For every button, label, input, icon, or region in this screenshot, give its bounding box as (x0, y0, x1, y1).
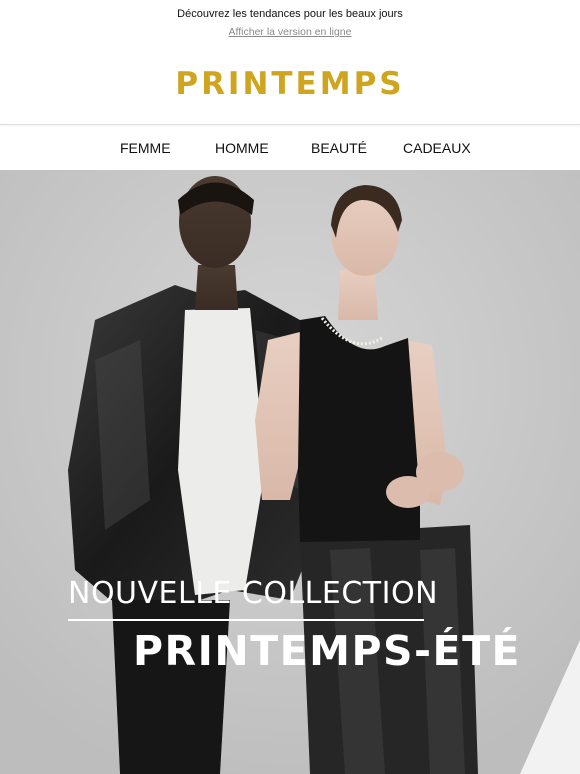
preheader: Découvrez les tendances pour les beaux j… (0, 0, 580, 44)
hero-divider-rule (68, 619, 424, 621)
hero-photo (0, 170, 580, 774)
hero-headline: NOUVELLE COLLECTION (68, 576, 439, 611)
hero-subheadline: PRINTEMPS-ÉTÉ (133, 627, 522, 675)
printemps-logo[interactable]: PRINTEMPS (0, 66, 580, 102)
main-nav: FEMME HOMME BEAUTÉ CADEAUX (0, 125, 580, 170)
hero-banner[interactable]: NOUVELLE COLLECTION PRINTEMPS-ÉTÉ (0, 170, 580, 774)
nav-item-homme[interactable]: HOMME (215, 140, 269, 156)
nav-item-femme[interactable]: FEMME (120, 140, 171, 156)
nav-item-beaute[interactable]: BEAUTÉ (311, 140, 367, 156)
view-online-link[interactable]: Afficher la version en ligne (0, 26, 580, 38)
woman-tank-top (298, 316, 420, 542)
nav-item-cadeaux[interactable]: CADEAUX (403, 140, 471, 156)
preheader-tagline: Découvrez les tendances pour les beaux j… (177, 8, 403, 20)
